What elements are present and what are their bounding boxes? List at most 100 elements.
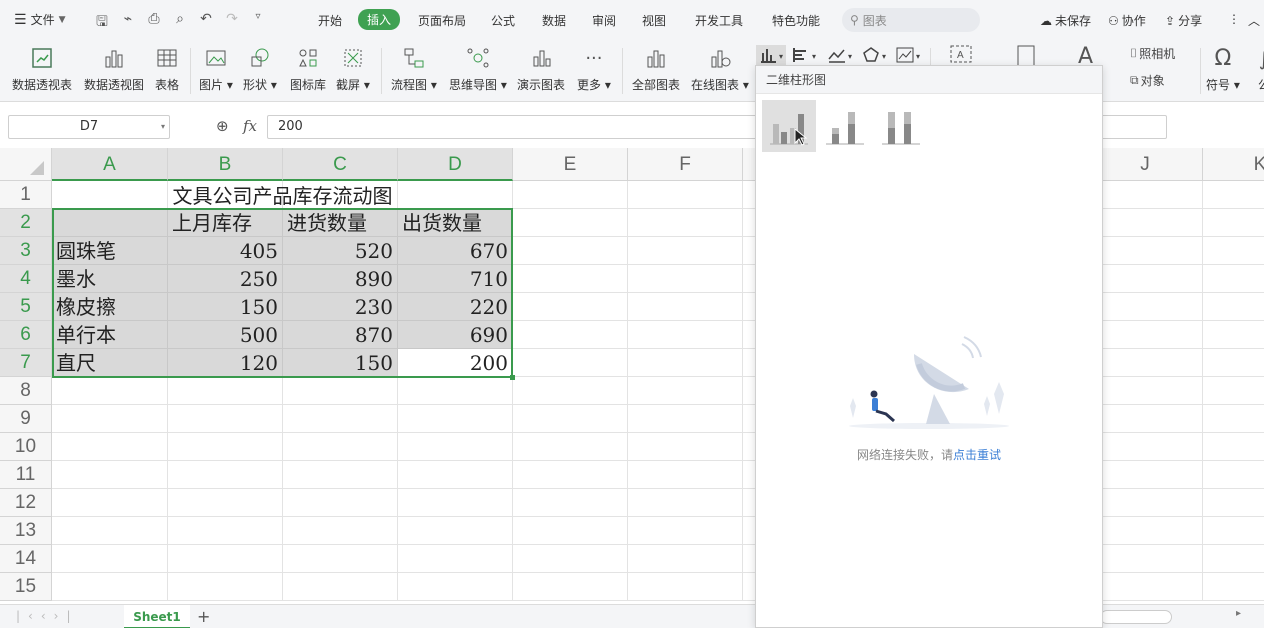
- cell-e15[interactable]: [513, 573, 628, 601]
- tab-features[interactable]: 特色功能: [772, 12, 820, 29]
- stacked-column-option[interactable]: [818, 100, 872, 152]
- cell-f14[interactable]: [628, 545, 743, 573]
- cell-b15[interactable]: [168, 573, 283, 601]
- save-icon[interactable]: 🖫: [92, 11, 112, 35]
- cell-e11[interactable]: [513, 461, 628, 489]
- cell-e14[interactable]: [513, 545, 628, 573]
- column-header-e[interactable]: E: [513, 148, 628, 181]
- fill-handle[interactable]: [510, 375, 515, 380]
- cell-a9[interactable]: [52, 405, 168, 433]
- cell-j1[interactable]: [1088, 181, 1203, 209]
- cell-e3[interactable]: [513, 237, 628, 265]
- horizontal-scrollbar[interactable]: [1100, 610, 1172, 624]
- row-header-2[interactable]: 2: [0, 209, 52, 237]
- fx-icon[interactable]: fx: [243, 117, 257, 135]
- cell-f13[interactable]: [628, 517, 743, 545]
- table-button[interactable]: 表格: [153, 44, 181, 93]
- cell-b12[interactable]: [168, 489, 283, 517]
- cell-j8[interactable]: [1088, 377, 1203, 405]
- cell-k5[interactable]: [1203, 293, 1264, 321]
- column-header-d[interactable]: D: [398, 148, 513, 181]
- collab-button[interactable]: ⚇ 协作: [1108, 12, 1146, 29]
- cell-f6[interactable]: [628, 321, 743, 349]
- cell-j4[interactable]: [1088, 265, 1203, 293]
- demo-chart-button[interactable]: 演示图表: [517, 44, 565, 93]
- cell-c10[interactable]: [283, 433, 398, 461]
- print-preview-icon[interactable]: ⌕: [170, 11, 190, 35]
- column-header-c[interactable]: C: [283, 148, 398, 181]
- cell-d15[interactable]: [398, 573, 513, 601]
- pivot-table-button[interactable]: 数据透视表: [12, 44, 72, 93]
- cell-c15[interactable]: [283, 573, 398, 601]
- object-button[interactable]: ⧉ 对象: [1130, 72, 1165, 89]
- row-header-9[interactable]: 9: [0, 405, 52, 433]
- all-charts-button[interactable]: 全部图表: [632, 44, 680, 93]
- cell-j13[interactable]: [1088, 517, 1203, 545]
- screenshot-button[interactable]: 截屏 ▾: [336, 44, 370, 93]
- cell-a10[interactable]: [52, 433, 168, 461]
- more-options-icon[interactable]: ⋮: [1228, 12, 1240, 26]
- area-chart-dropdown[interactable]: ▾: [896, 47, 920, 66]
- row-header-12[interactable]: 12: [0, 489, 52, 517]
- camera-button[interactable]: ⌷ 照相机: [1130, 45, 1175, 62]
- cell-c8[interactable]: [283, 377, 398, 405]
- cell-f12[interactable]: [628, 489, 743, 517]
- row-header-10[interactable]: 10: [0, 433, 52, 461]
- cell-e8[interactable]: [513, 377, 628, 405]
- column-header-f[interactable]: F: [628, 148, 743, 181]
- column-header-k[interactable]: K: [1203, 148, 1264, 181]
- cell-f4[interactable]: [628, 265, 743, 293]
- cell-c13[interactable]: [283, 517, 398, 545]
- sheet-tab-sheet1[interactable]: Sheet1: [124, 605, 190, 628]
- cell-k10[interactable]: [1203, 433, 1264, 461]
- select-all-corner[interactable]: [0, 148, 52, 181]
- cell-f15[interactable]: [628, 573, 743, 601]
- cell-f11[interactable]: [628, 461, 743, 489]
- cell-f2[interactable]: [628, 209, 743, 237]
- cell-e9[interactable]: [513, 405, 628, 433]
- zoom-icon[interactable]: ⊕: [216, 117, 229, 135]
- percent-stacked-column-option[interactable]: [874, 100, 928, 152]
- cell-j6[interactable]: [1088, 321, 1203, 349]
- search-box[interactable]: ⚲ 图表: [842, 8, 980, 32]
- cell-a8[interactable]: [52, 377, 168, 405]
- flowchart-button[interactable]: 流程图 ▾: [391, 44, 437, 93]
- sheet-nav-icon[interactable]: |‹‹›|: [16, 609, 78, 623]
- cell-k2[interactable]: [1203, 209, 1264, 237]
- row-header-15[interactable]: 15: [0, 573, 52, 601]
- cell-d11[interactable]: [398, 461, 513, 489]
- name-box[interactable]: D7 ▾: [8, 115, 170, 139]
- row-header-1[interactable]: 1: [0, 181, 52, 209]
- cell-a14[interactable]: [52, 545, 168, 573]
- format-painter-icon[interactable]: ⌁: [118, 11, 138, 35]
- cell-b10[interactable]: [168, 433, 283, 461]
- add-sheet-button[interactable]: +: [197, 607, 210, 626]
- cell-b11[interactable]: [168, 461, 283, 489]
- collapse-ribbon-icon[interactable]: ︿: [1248, 12, 1260, 29]
- cell-a15[interactable]: [52, 573, 168, 601]
- cell-e5[interactable]: [513, 293, 628, 321]
- row-header-7[interactable]: 7: [0, 349, 52, 377]
- cell-b13[interactable]: [168, 517, 283, 545]
- cell-j15[interactable]: [1088, 573, 1203, 601]
- formula-button[interactable]: ∫ 公: [1250, 44, 1264, 93]
- cell-a13[interactable]: [52, 517, 168, 545]
- cell-j5[interactable]: [1088, 293, 1203, 321]
- cell-k6[interactable]: [1203, 321, 1264, 349]
- cell-e1[interactable]: [513, 181, 628, 209]
- shape-button[interactable]: 形状 ▾: [243, 44, 277, 93]
- cell-f9[interactable]: [628, 405, 743, 433]
- file-menu[interactable]: ☰ 文件 ▼: [14, 11, 66, 28]
- radar-chart-dropdown[interactable]: ▾: [862, 47, 886, 66]
- cell-c11[interactable]: [283, 461, 398, 489]
- cell-e2[interactable]: [513, 209, 628, 237]
- cell-j11[interactable]: [1088, 461, 1203, 489]
- undo-icon[interactable]: ↶: [196, 11, 216, 35]
- tab-home[interactable]: 开始: [318, 12, 342, 29]
- icon-library-button[interactable]: 图标库: [290, 44, 326, 93]
- column-header-a[interactable]: A: [52, 148, 168, 181]
- cell-k9[interactable]: [1203, 405, 1264, 433]
- cell-k11[interactable]: [1203, 461, 1264, 489]
- cell-j12[interactable]: [1088, 489, 1203, 517]
- symbol-button[interactable]: Ω 符号 ▾: [1206, 44, 1240, 93]
